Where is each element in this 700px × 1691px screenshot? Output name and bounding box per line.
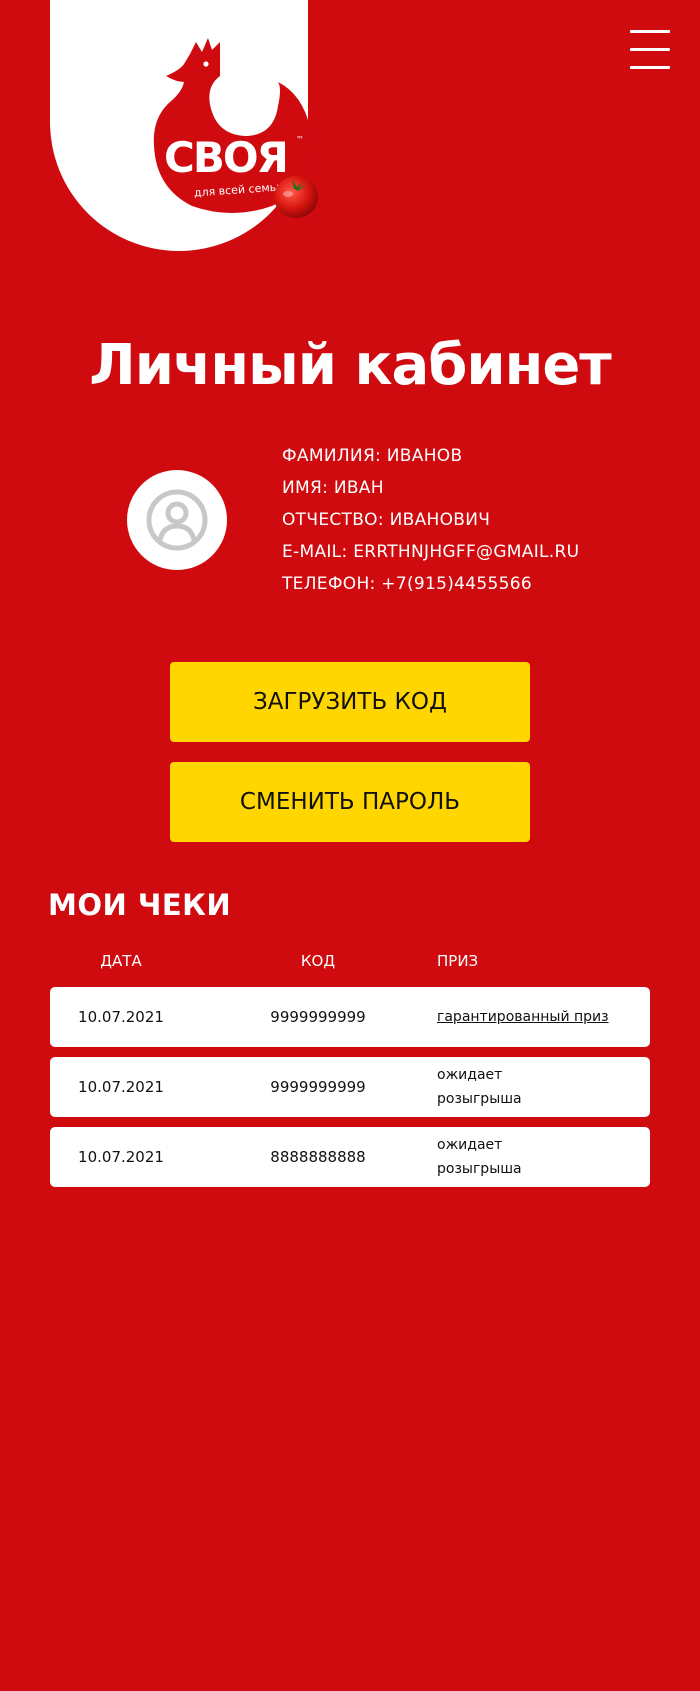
profile-patronymic: Отчество: Иванович [282,510,491,530]
profile-lastname: Фамилия: Иванов [282,446,463,466]
hamburger-menu-icon[interactable] [628,28,672,72]
table-row: 10.07.2021 9999999999 гарантированный пр… [50,987,650,1047]
column-header-date: Дата [100,952,142,970]
logo-badge[interactable]: СВОЯ ™ для всей семьи [50,0,313,251]
menu-bar-top [630,30,670,33]
page-title: Личный кабинет [89,333,612,398]
receipt-date: 10.07.2021 [78,1008,164,1026]
profile-firstname: Имя: Иван [282,478,384,498]
receipts-title: Мои чеки [48,888,232,922]
receipt-date: 10.07.2021 [78,1148,164,1166]
upload-code-button[interactable]: Загрузить код [170,662,530,742]
menu-bar-bottom [630,66,670,69]
receipts-table-header: Дата Код Приз [50,952,650,978]
profile-info: Фамилия: Иванов Имя: Иван Отчество: Иван… [282,440,692,600]
user-avatar-icon [146,489,208,551]
receipt-date: 10.07.2021 [78,1078,164,1096]
receipt-code: 9999999999 [270,1078,366,1096]
receipt-code: 9999999999 [270,1008,366,1026]
receipt-code: 8888888888 [270,1148,366,1166]
profile-email: E-mail: errthnjhgff@gmail.ru [282,542,580,562]
brand-trademark: ™ [296,135,304,144]
receipt-prize-cell: ожидает розыгрыша [437,1057,637,1117]
table-row: 10.07.2021 9999999999 ожидает розыгрыша [50,1057,650,1117]
column-header-prize: Приз [437,952,479,970]
column-header-code: Код [300,952,336,970]
avatar [127,470,227,570]
profile-phone: Телефон: +7(915)4455566 [282,574,532,594]
receipt-prize-cell: ожидает розыгрыша [437,1127,637,1187]
change-password-button[interactable]: Сменить пароль [170,762,530,842]
prize-status: ожидает розыгрыша [437,1137,522,1177]
prize-link[interactable]: гарантированный приз [437,1005,609,1029]
prize-status: ожидает розыгрыша [437,1067,522,1107]
receipt-prize-cell: гарантированный приз [437,987,637,1047]
tomato-icon [274,176,318,218]
menu-bar-middle [630,48,670,51]
table-row: 10.07.2021 8888888888 ожидает розыгрыша [50,1127,650,1187]
brand-name: СВОЯ [164,133,287,182]
